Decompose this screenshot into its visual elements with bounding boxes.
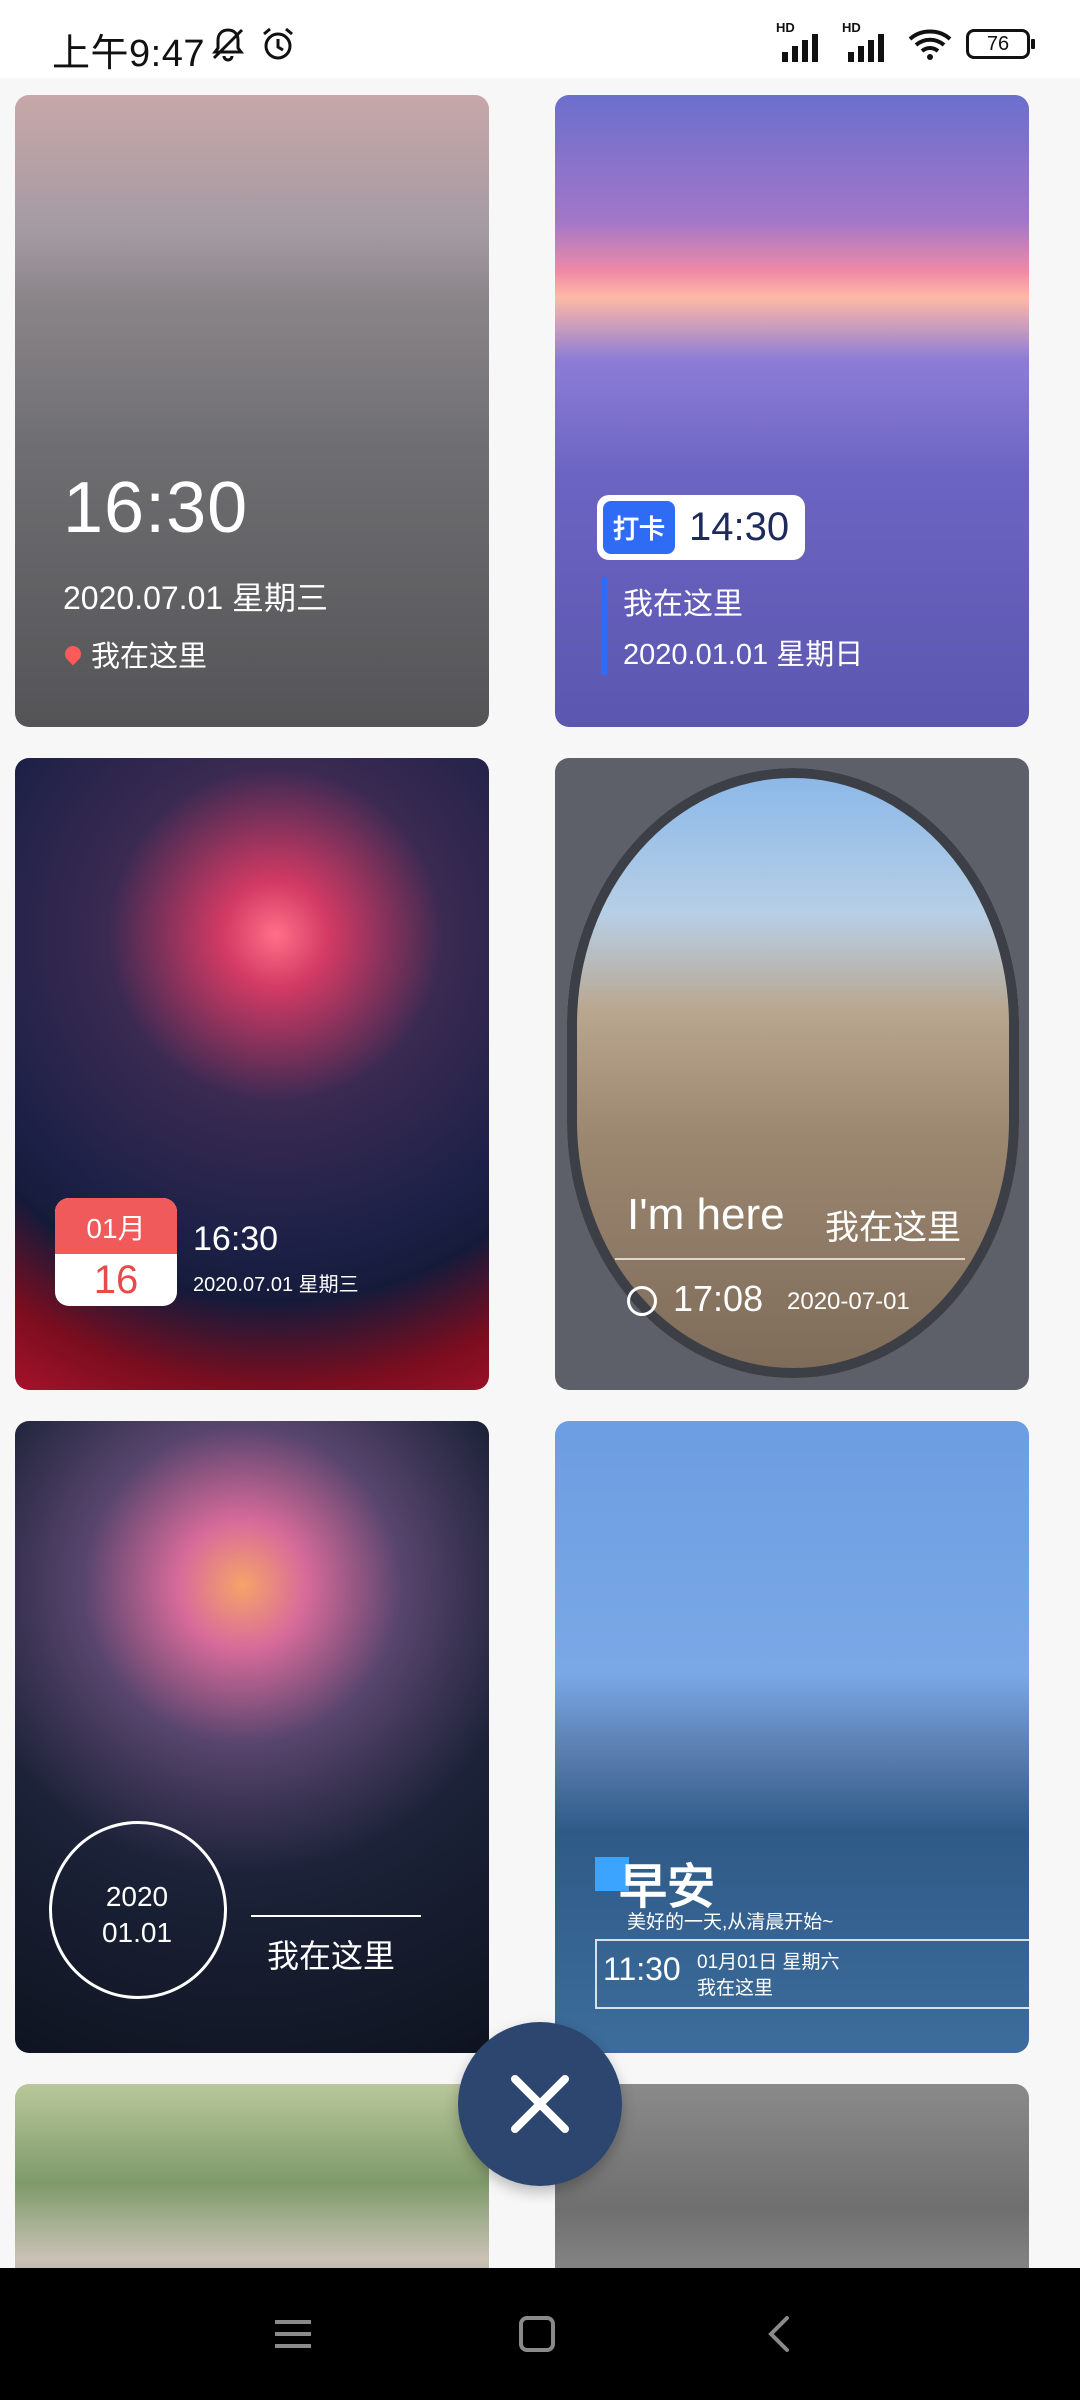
status-icons: HD HD 76 xyxy=(776,20,1035,62)
card3-month: 01月 xyxy=(55,1198,177,1254)
template-card-2[interactable]: 打卡 14:30 我在这里 2020.01.01 星期日 xyxy=(555,95,1029,727)
card6-time: 11:30 xyxy=(603,1951,681,1987)
battery-indicator: 76 xyxy=(966,29,1035,59)
card3-day: 16 xyxy=(93,1258,139,1302)
card5-location: 我在这里 xyxy=(267,1938,396,1974)
card4-divider xyxy=(615,1258,965,1260)
card1-time: 16:30 xyxy=(63,468,249,548)
card1-location: 我在这里 xyxy=(61,633,208,675)
menu-button[interactable] xyxy=(258,2302,328,2366)
pin-icon xyxy=(61,642,85,666)
card1-date: 2020.07.01 星期三 xyxy=(63,580,329,616)
menu-icon xyxy=(275,2320,311,2348)
card5-year: 2020 xyxy=(105,1881,169,1912)
card4-date: 2020-07-01 xyxy=(787,1288,910,1315)
status-bar: 上午9:47 HD HD 76 xyxy=(0,0,1080,78)
home-icon xyxy=(519,2316,555,2352)
card2-time: 14:30 xyxy=(689,505,790,549)
card1-location-text: 我在这里 xyxy=(91,641,208,673)
wifi-icon xyxy=(908,29,952,60)
signal-1: HD xyxy=(776,20,828,62)
card6-date: 01月01日 星期六 xyxy=(697,1952,840,1973)
card3-calendar: 01月 16 xyxy=(55,1198,177,1306)
card5-month-day: 01.01 xyxy=(101,1917,173,1948)
close-icon xyxy=(511,2075,569,2133)
card4-time: 17:08 xyxy=(673,1278,764,1319)
alarm-icon xyxy=(263,27,293,60)
card4-here-cn: 我在这里 xyxy=(825,1209,961,1247)
card2-tag: 打卡 xyxy=(603,501,676,554)
back-icon xyxy=(768,2316,789,2352)
card2-accent-bar xyxy=(601,577,607,675)
template-card-5[interactable]: 2020 01.01 我在这里 xyxy=(15,1421,489,2053)
bell-off-icon xyxy=(212,28,244,62)
card6-location: 我在这里 xyxy=(697,1978,774,1999)
template-grid[interactable]: 16:30 2020.07.01 星期三 我在这里 打卡 14:30 我在这里 … xyxy=(0,78,1080,2268)
card2-badge: 打卡 14:30 xyxy=(597,495,806,560)
template-card-7[interactable] xyxy=(15,2084,489,2268)
card4-here: I'm here xyxy=(627,1190,785,1239)
clock-icon xyxy=(627,1286,657,1316)
template-card-6[interactable]: 早安 美好的一天,从清晨开始~ 11:30 01月01日 星期六 我在这里 xyxy=(555,1421,1029,2053)
card3-date: 2020.07.01 星期三 xyxy=(193,1274,359,1296)
card2-date: 2020.01.01 星期日 xyxy=(623,639,864,671)
back-button[interactable] xyxy=(746,2302,816,2366)
template-card-4[interactable]: I'm here 我在这里 17:08 2020-07-01 xyxy=(555,758,1029,1390)
card2-location: 我在这里 xyxy=(623,588,743,621)
hd-label-2: HD xyxy=(842,20,861,35)
card6-subtitle: 美好的一天,从清晨开始~ xyxy=(627,1912,834,1933)
template-card-1[interactable]: 16:30 2020.07.01 星期三 我在这里 xyxy=(15,95,489,727)
close-button[interactable] xyxy=(458,2022,622,2186)
hd-label-1: HD xyxy=(776,20,795,35)
card3-time: 16:30 xyxy=(193,1220,279,1258)
card5-divider xyxy=(251,1915,421,1917)
template-card-8[interactable] xyxy=(555,2084,1029,2268)
home-button[interactable] xyxy=(502,2302,572,2366)
signal-2: HD xyxy=(842,20,894,62)
status-time: 上午9:47 xyxy=(52,33,205,75)
navigation-bar xyxy=(0,2268,1080,2400)
template-card-3[interactable]: 01月 16 16:30 2020.07.01 星期三 xyxy=(15,758,489,1390)
